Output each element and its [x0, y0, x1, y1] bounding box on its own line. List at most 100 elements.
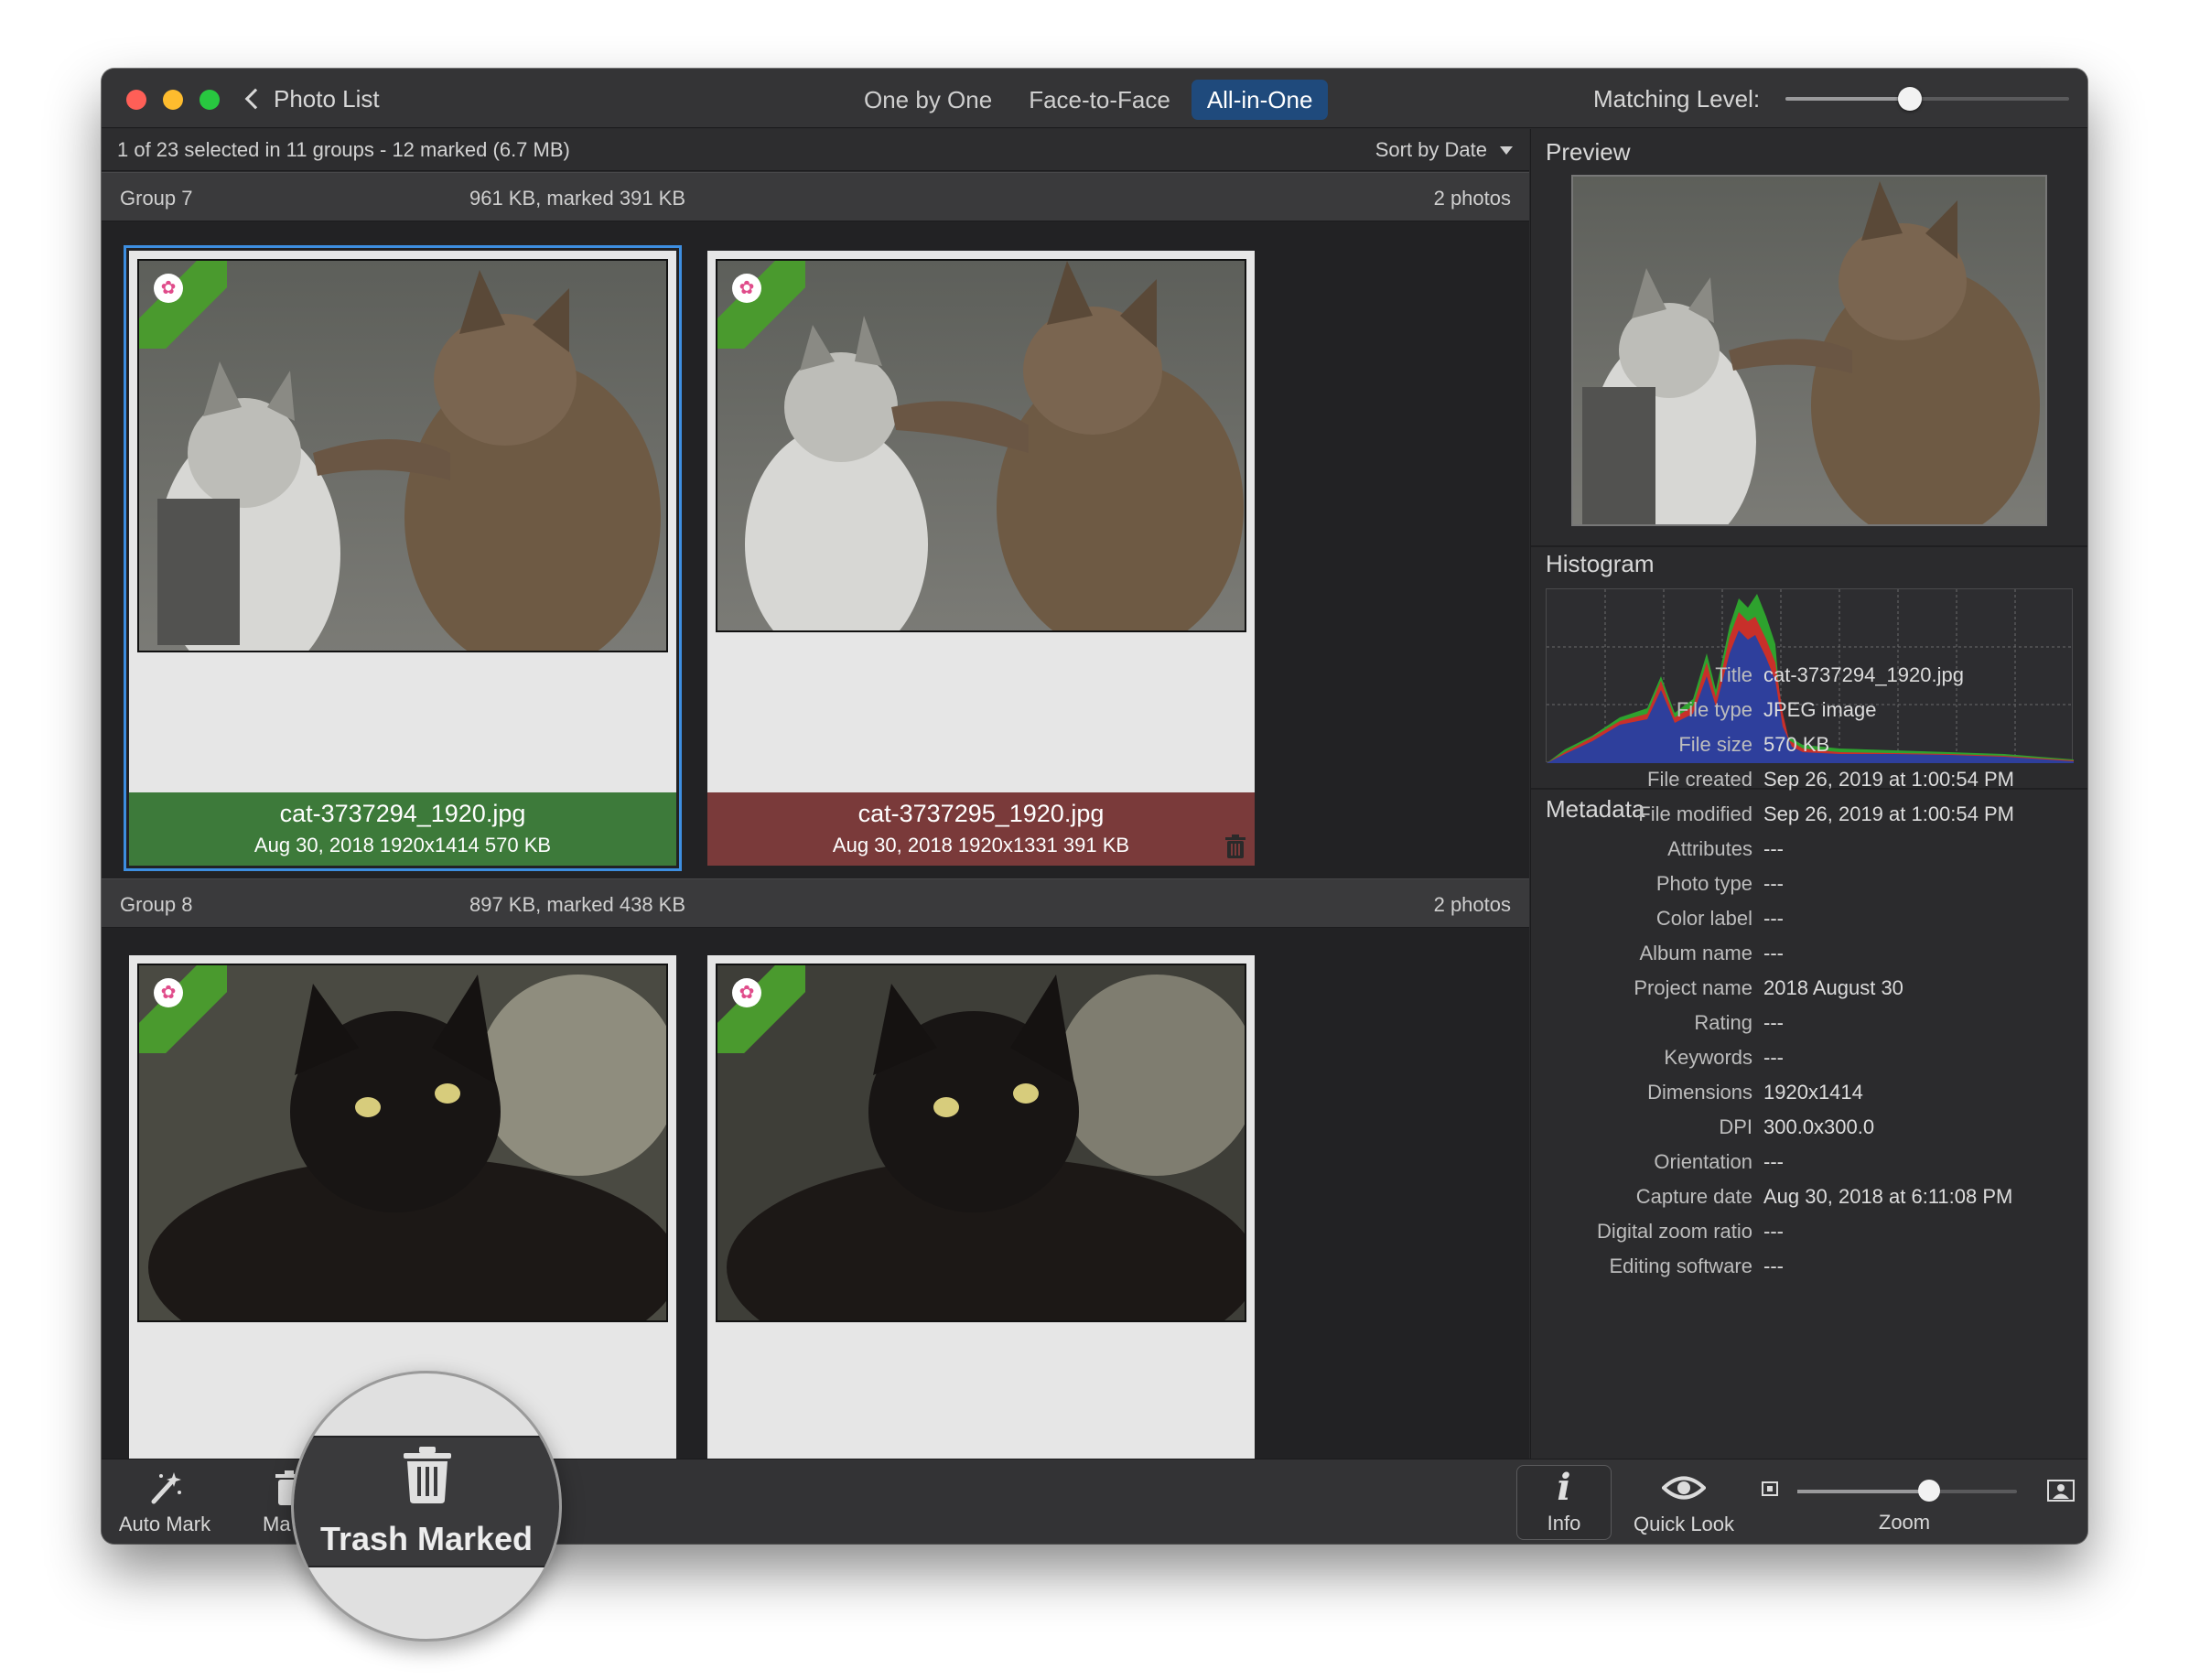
metadata-key: File type	[1676, 698, 1752, 721]
close-window-button[interactable]	[126, 90, 146, 110]
metadata-row: Project name 2018 August 30	[1531, 976, 2087, 1011]
metadata-value: ---	[1763, 837, 1784, 860]
metadata-value: ---	[1763, 1046, 1784, 1069]
magic-wand-icon	[151, 1472, 181, 1504]
photos-library-badge: ✿	[139, 965, 227, 1053]
metadata-row: Capture date Aug 30, 2018 at 6:11:08 PM	[1531, 1185, 2087, 1220]
photo-thumbnail: ✿	[716, 259, 1246, 632]
metadata-key: Attributes	[1667, 837, 1752, 860]
matching-level-knob[interactable]	[1898, 87, 1923, 111]
metadata-key: Color label	[1655, 907, 1752, 930]
photos-library-badge: ✿	[717, 965, 805, 1053]
photos-library-badge: ✿	[139, 261, 227, 349]
metadata-value: ---	[1763, 907, 1784, 930]
metadata-key: File size	[1678, 733, 1752, 756]
metadata-value: ---	[1763, 1220, 1784, 1243]
metadata-row: File type JPEG image	[1531, 698, 2087, 733]
group-count: 2 photos	[1433, 187, 1511, 210]
zoom-knob[interactable]	[1918, 1480, 1940, 1502]
metadata-row: File modified Sep 26, 2019 at 1:00:54 PM	[1531, 802, 2087, 837]
metadata-key: Title	[1715, 663, 1752, 686]
matching-level-slider[interactable]	[1785, 87, 2069, 111]
metadata-key: Rating	[1694, 1011, 1752, 1034]
metadata-row: File size 570 KB	[1531, 733, 2087, 768]
group-size: 961 KB, marked 391 KB	[469, 187, 686, 210]
metadata-row: Attributes ---	[1531, 837, 2087, 872]
metadata-key: Dimensions	[1647, 1081, 1752, 1104]
preview-title: Preview	[1546, 138, 1631, 166]
photos-app-icon: ✿	[160, 983, 177, 1003]
metadata-value: cat-3737294_1920.jpg	[1763, 663, 1964, 686]
metadata-key: Orientation	[1654, 1150, 1752, 1173]
group-count: 2 photos	[1433, 893, 1511, 916]
metadata-key: Capture date	[1635, 1185, 1752, 1208]
auto-mark-button[interactable]: Auto Mark	[114, 1465, 215, 1540]
back-to-photo-list-button[interactable]: Photo List	[244, 83, 380, 114]
metadata-row: Digital zoom ratio ---	[1531, 1220, 2087, 1255]
metadata-row: Rating ---	[1531, 1011, 2087, 1046]
minimize-window-button[interactable]	[163, 90, 183, 110]
histogram-title: Histogram	[1546, 550, 1655, 577]
metadata-value: ---	[1763, 872, 1784, 895]
metadata-row: Orientation ---	[1531, 1150, 2087, 1185]
metadata-row: DPI 300.0x300.0	[1531, 1115, 2087, 1150]
photos-library-badge: ✿	[717, 261, 805, 349]
metadata-value: 1920x1414	[1763, 1081, 1863, 1104]
metadata-value: 300.0x300.0	[1763, 1115, 1875, 1138]
info-label: Info	[1547, 1512, 1581, 1535]
metadata-row: Keywords ---	[1531, 1046, 2087, 1081]
metadata-value: Sep 26, 2019 at 1:00:54 PM	[1763, 802, 2014, 825]
metadata-key: File created	[1647, 768, 1752, 791]
photo-card[interactable]: ✿	[707, 955, 1255, 1459]
matching-level-fill	[1785, 97, 1911, 101]
photo-card[interactable]: ✿ cat-3737294_1920.jpg Aug 30, 2018 1920…	[124, 245, 682, 871]
title-bar: Photo List One by One Face-to-Face All-i…	[102, 69, 2087, 128]
photo-card[interactable]: ✿ cat-3737295_1920.jpg Aug 30, 2018 1920…	[707, 251, 1255, 866]
metadata-row: Title cat-3737294_1920.jpg	[1531, 663, 2087, 698]
photo-meta: Aug 30, 2018 1920x1331 391 KB	[832, 834, 1130, 856]
metadata-row: Album name ---	[1531, 942, 2087, 976]
eye-icon	[1662, 1476, 1706, 1500]
zoom-fill	[1797, 1490, 1929, 1493]
mode-all-in-one[interactable]: All-in-One	[1191, 80, 1329, 120]
metadata-value: ---	[1763, 1150, 1784, 1173]
metadata-key: Digital zoom ratio	[1597, 1220, 1752, 1243]
metadata-key: DPI	[1719, 1115, 1752, 1138]
photo-thumbnail: ✿	[137, 259, 668, 652]
info-button[interactable]: i Info	[1516, 1465, 1612, 1540]
chevron-down-icon	[1500, 145, 1513, 155]
quick-look-button[interactable]: Quick Look	[1624, 1465, 1743, 1540]
zoom-in-large-photo-icon	[2047, 1480, 2075, 1502]
maximize-window-button[interactable]	[199, 90, 220, 110]
metadata-value: 570 KB	[1763, 733, 1830, 756]
photos-app-icon: ✿	[739, 278, 755, 298]
group-header: Group 8 897 KB, marked 438 KB 2 photos	[102, 878, 1529, 928]
selection-summary: 1 of 23 selected in 11 groups - 12 marke…	[117, 138, 570, 161]
sort-dropdown[interactable]: Sort by Date	[1375, 138, 1513, 162]
mode-face-to-face[interactable]: Face-to-Face	[1013, 80, 1186, 120]
view-mode-switcher: One by One Face-to-Face All-in-One	[848, 80, 1329, 120]
metadata-value: 2018 August 30	[1763, 976, 1903, 999]
metadata-key: Album name	[1639, 942, 1752, 964]
preview-image	[1571, 175, 2047, 526]
group-header: Group 7 961 KB, marked 391 KB 2 photos	[102, 172, 1529, 221]
quick-look-label: Quick Look	[1633, 1513, 1735, 1535]
metadata-key: Keywords	[1664, 1046, 1752, 1069]
zoom-slider[interactable]	[1797, 1480, 2017, 1502]
photo-caption: cat-3737295_1920.jpg Aug 30, 2018 1920x1…	[707, 792, 1255, 866]
group-size: 897 KB, marked 438 KB	[469, 893, 686, 916]
metadata-row: Color label ---	[1531, 907, 2087, 942]
metadata-value: JPEG image	[1763, 698, 1877, 721]
inspector-panel: Preview Histogram Metadata Title cat-373…	[1530, 129, 2087, 1459]
trash-marked-label[interactable]: Trash Marked	[294, 1520, 559, 1558]
trash-icon	[404, 1447, 451, 1503]
back-label: Photo List	[274, 84, 380, 113]
trash-icon[interactable]	[1225, 835, 1245, 858]
metadata-row: Photo type ---	[1531, 872, 2087, 907]
mode-one-by-one[interactable]: One by One	[848, 80, 1008, 120]
metadata-key: Editing software	[1609, 1255, 1752, 1277]
photo-filename: cat-3737295_1920.jpg	[857, 800, 1105, 827]
photo-groups-list[interactable]: Group 7 961 KB, marked 391 KB 2 photos ✿…	[102, 172, 1529, 1459]
metadata-key: Photo type	[1655, 872, 1752, 895]
trash-marked-magnifier-callout: Trash Marked	[291, 1371, 562, 1642]
